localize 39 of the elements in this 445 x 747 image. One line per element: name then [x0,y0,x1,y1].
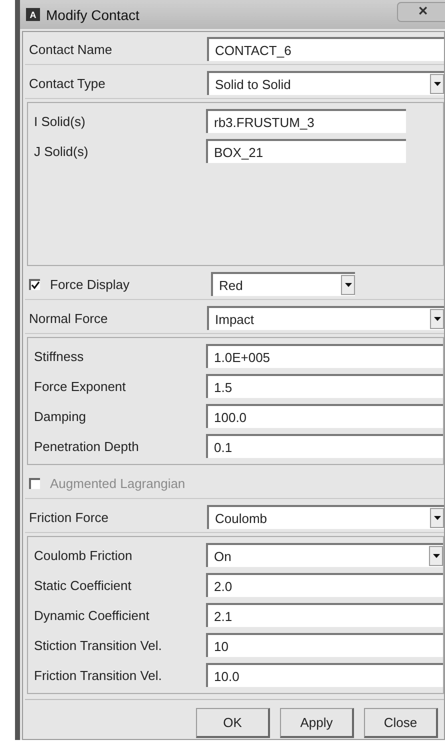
close-button[interactable]: × [397,2,445,22]
input-field[interactable]: rb3.FRUSTUM_3 [206,109,406,133]
window-title: Modify Contact [46,6,140,22]
app-icon: A [26,8,40,21]
field-label: I Solid(s) [34,114,86,128]
input-field[interactable]: BOX_21 [206,139,406,163]
input-field[interactable]: 2.0 [206,573,443,597]
field-label: Dynamic Coefficient [34,608,150,622]
input-field[interactable]: 10.0 [206,663,443,687]
dialog-button[interactable]: Apply [280,708,354,738]
field-label: Force Exponent [34,378,127,394]
dropdown[interactable]: Solid to Solid [207,71,444,95]
field-label: Friction Force [29,510,110,524]
input-field[interactable]: 1.5 [206,374,443,398]
field-label: Static Coefficient [34,578,132,592]
input-field[interactable]: 0.1 [206,434,443,458]
field-label: Coulomb Friction [34,548,134,562]
field-label: Contact Name [29,42,114,56]
field-label: Friction Transition Vel. [34,668,163,682]
field-label: Stiction Transition Vel. [34,638,163,652]
field-label: Penetration Depth [34,438,140,454]
dialog-button[interactable]: OK [196,708,270,738]
dropdown[interactable]: Coulomb [207,505,444,529]
dropdown[interactable]: On [206,543,443,567]
field-label: Contact Type [29,76,106,90]
input-field[interactable]: CONTACT_6 [207,37,444,61]
field-label: J Solid(s) [34,144,90,158]
checkbox-label: Augmented Lagrangian [50,476,186,490]
dropdown[interactable]: Impact [207,306,444,330]
dialog-button[interactable]: Close [364,708,438,738]
field-label: Stiffness [34,348,85,364]
input-field[interactable]: 10 [206,633,443,657]
input-field[interactable]: 100.0 [206,404,443,428]
input-field[interactable]: 2.1 [206,603,443,627]
input-field[interactable]: 1.0E+005 [206,344,443,368]
checkbox-label: Force Display [50,276,130,292]
dropdown[interactable]: Red [211,272,355,296]
field-label: Damping [34,408,88,424]
field-label: Normal Force [29,310,109,326]
